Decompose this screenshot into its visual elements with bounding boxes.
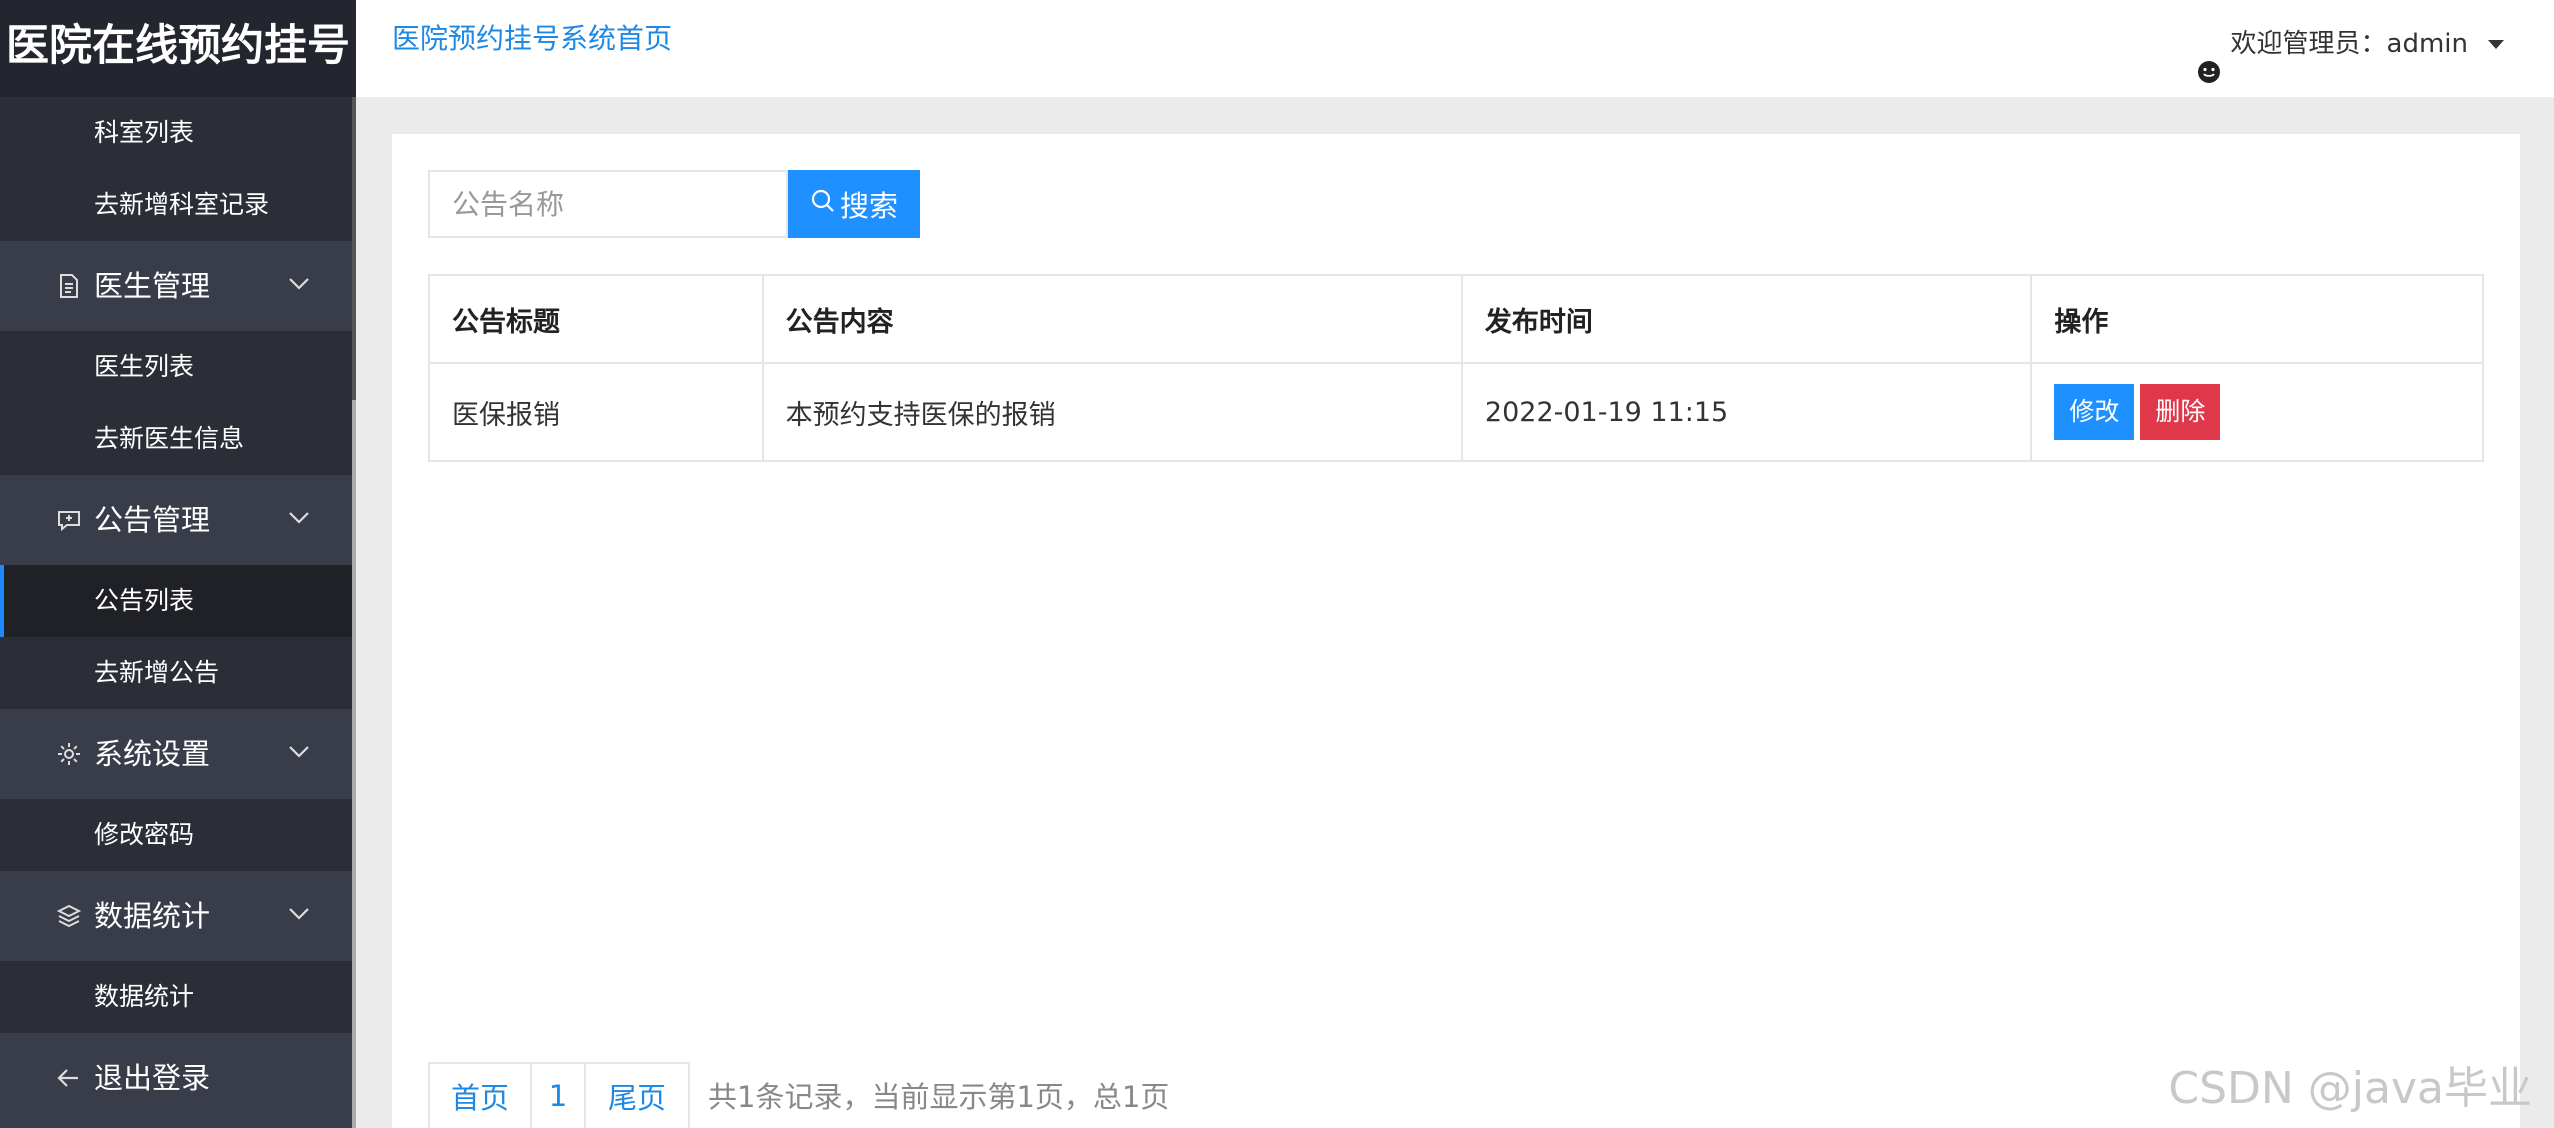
delete-button[interactable]: 删除	[2140, 384, 2221, 440]
sidebar-group-statistics[interactable]: 数据统计	[0, 871, 352, 961]
table-header-row: 公告标题 公告内容 发布时间 操作	[428, 274, 2484, 364]
cell-title: 医保报销	[428, 362, 764, 462]
sidebar-menu: 科室列表 去新增科室记录 医生管理 医生列表 去新医生信息 公告管理 公告列表 …	[0, 97, 352, 1128]
search-button[interactable]: 搜索	[788, 170, 920, 238]
sidebar-item-department-list[interactable]: 科室列表	[0, 97, 352, 169]
sidebar-group-label: 医生管理	[94, 269, 211, 303]
sidebar-group-doctors[interactable]: 医生管理	[0, 241, 352, 331]
document-icon	[56, 273, 82, 299]
search-button-label: 搜索	[839, 189, 898, 223]
watermark: CSDN @java毕业	[2168, 1063, 2532, 1114]
last-page-button[interactable]: 尾页	[586, 1062, 690, 1128]
sidebar-item-logout[interactable]: 退出登录	[0, 1033, 352, 1123]
sidebar-item-announcement-list[interactable]: 公告列表	[0, 565, 352, 637]
sidebar-group-announcements[interactable]: 公告管理	[0, 475, 352, 565]
chevron-down-icon	[288, 277, 310, 291]
sidebar-group-label: 退出登录	[94, 1061, 211, 1095]
sidebar-item-change-password[interactable]: 修改密码	[0, 799, 352, 871]
sidebar-item-add-department[interactable]: 去新增科室记录	[0, 169, 352, 241]
layers-icon	[56, 903, 82, 929]
cell-content: 本预约支持医保的报销	[761, 362, 1463, 462]
first-page-button[interactable]: 首页	[428, 1062, 532, 1128]
sidebar-group-label: 数据统计	[94, 899, 211, 933]
chevron-down-icon	[288, 745, 310, 759]
arrow-left-icon	[56, 1065, 82, 1091]
chevron-down-icon	[288, 511, 310, 525]
caret-down-icon	[2488, 39, 2504, 49]
pagination: 首页 1 尾页 共1条记录，当前显示第1页，总1页	[428, 1062, 1169, 1128]
sidebar-group-settings[interactable]: 系统设置	[0, 709, 352, 799]
edit-button[interactable]: 修改	[2054, 384, 2135, 440]
home-link[interactable]: 医院预约挂号系统首页	[392, 0, 672, 78]
column-header: 公告内容	[761, 274, 1463, 364]
sidebar-group-label: 系统设置	[94, 737, 211, 771]
column-header: 发布时间	[1460, 274, 2033, 364]
announcement-table: 公告标题 公告内容 发布时间 操作 医保报销 本预约支持医保的报销 2022-0…	[428, 274, 2484, 462]
sidebar: 医院在线预约挂号 科室列表 去新增科室记录 医生管理 医生列表 去新医生信息 公…	[0, 0, 356, 1128]
sidebar-item-add-announcement[interactable]: 去新增公告	[0, 637, 352, 709]
announcement-icon	[56, 507, 82, 533]
chevron-down-icon	[288, 907, 310, 921]
column-header: 操作	[2030, 274, 2484, 364]
sidebar-group-label: 公告管理	[94, 503, 211, 537]
column-header: 公告标题	[428, 274, 764, 364]
table-row: 医保报销 本预约支持医保的报销 2022-01-19 11:15 修改 删除	[428, 362, 2484, 462]
sidebar-item-add-doctor[interactable]: 去新医生信息	[0, 403, 352, 475]
sidebar-item-doctor-list[interactable]: 医生列表	[0, 331, 352, 403]
cell-time: 2022-01-19 11:15	[1460, 362, 2033, 462]
user-menu[interactable]: 欢迎管理员：admin	[2197, 0, 2504, 88]
gear-icon	[56, 741, 82, 767]
smile-icon	[2197, 32, 2221, 83]
pagination-info: 共1条记录，当前显示第1页，总1页	[708, 1080, 1170, 1114]
page-number-button[interactable]: 1	[532, 1062, 586, 1128]
user-welcome-text: 欢迎管理员：admin	[2230, 29, 2468, 59]
search-icon	[810, 187, 836, 221]
sidebar-item-statistics[interactable]: 数据统计	[0, 961, 352, 1033]
search-input[interactable]	[428, 170, 788, 238]
app-logo: 医院在线预约挂号	[0, 0, 356, 97]
top-header: 医院预约挂号系统首页 欢迎管理员：admin	[356, 0, 2554, 97]
cell-actions: 修改 删除	[2030, 362, 2484, 462]
